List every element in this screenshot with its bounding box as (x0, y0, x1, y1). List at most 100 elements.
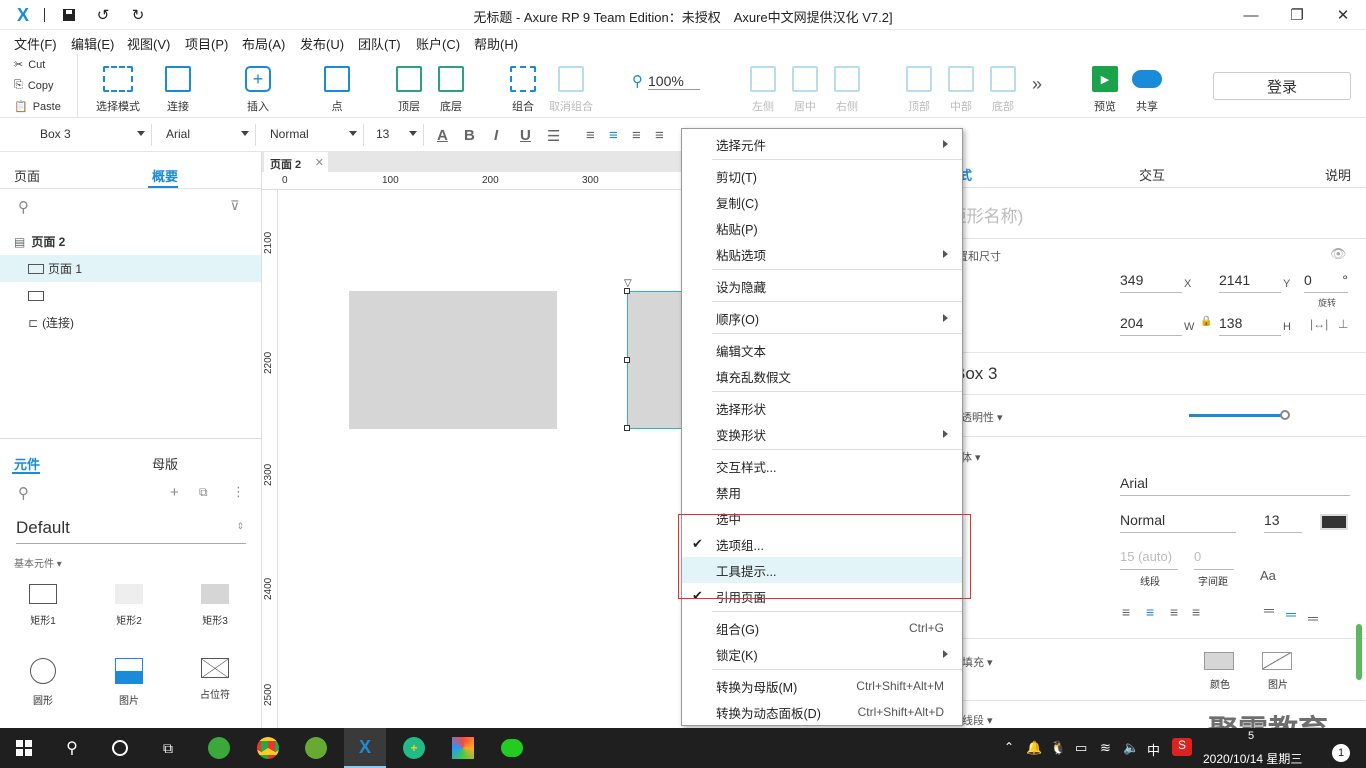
point-button[interactable]: 点 (309, 56, 365, 116)
task-view-icon[interactable]: ⧉ (152, 732, 184, 764)
menu-file[interactable]: 文件(F) (14, 34, 57, 53)
font-family-select[interactable]: Arial (160, 124, 256, 146)
valign-top-icon[interactable]: ═ (1264, 602, 1274, 618)
widget-circle[interactable]: 圆形 (15, 658, 71, 728)
app-360-icon[interactable] (203, 732, 235, 764)
more-tools-icon[interactable]: » (1032, 74, 1042, 95)
font-color-icon[interactable]: A (437, 127, 448, 144)
text-justify-icon[interactable]: ≡ (1192, 604, 1200, 620)
font-family-select[interactable]: Arial (1120, 474, 1350, 496)
context-menu-item[interactable]: 锁定(K) (682, 641, 962, 667)
w-input[interactable]: 204 (1120, 314, 1182, 336)
cut-button[interactable]: ✂ Cut (0, 54, 76, 75)
text-style-icon[interactable]: Aa (1260, 568, 1276, 583)
copy-button[interactable]: ⎘ Copy (0, 75, 76, 96)
widget-image[interactable]: 图片 (101, 658, 157, 728)
tab-masters[interactable]: 母版 (152, 454, 178, 473)
bold-icon[interactable]: B (464, 127, 475, 144)
tree-item-connector[interactable]: ⊏ (连接) (0, 309, 261, 336)
context-menu-item[interactable]: 顺序(O) (682, 305, 962, 331)
minimize-icon[interactable]: — (1228, 0, 1274, 30)
valign-middle-icon[interactable]: ═ (1286, 606, 1296, 622)
text-align-center-icon[interactable]: ≡ (1146, 604, 1154, 620)
sogou-ime-icon[interactable]: S (1172, 738, 1192, 756)
menu-view[interactable]: 视图(V) (127, 34, 170, 53)
menu-account[interactable]: 账户(C) (416, 34, 460, 53)
rotation-handle-icon[interactable]: ▽ (624, 278, 632, 289)
tab-notes[interactable]: 说明 (1325, 165, 1351, 184)
qq-icon[interactable]: 🐧 (1050, 740, 1066, 756)
chrome-icon[interactable] (252, 732, 284, 764)
context-menu-item[interactable]: 粘贴(P) (682, 215, 962, 241)
text-align-center-icon[interactable]: ≡ (609, 127, 618, 144)
page-tab[interactable]: 页面 2 ✕ (264, 152, 328, 172)
element-select[interactable]: Box 3 (16, 124, 152, 146)
close-icon[interactable]: ✕ (315, 156, 324, 169)
notification-badge[interactable]: 1 (1332, 744, 1350, 762)
opacity-slider[interactable] (1189, 414, 1285, 417)
context-menu-item[interactable]: 转换为母版(M) Ctrl+Shift+Alt+M (682, 673, 962, 699)
add-library-icon[interactable]: + (170, 484, 179, 501)
bamboo-app-icon[interactable] (300, 732, 332, 764)
fit-height-icon[interactable]: ⊥ (1338, 317, 1348, 331)
visibility-eye-icon[interactable]: 👁 (1330, 246, 1347, 262)
connect-button[interactable]: 连接 (150, 56, 206, 116)
search-icon[interactable]: ⚲ (56, 732, 88, 764)
text-align-right-icon[interactable]: ≡ (1170, 604, 1178, 620)
filter-icon[interactable]: ⊽ (230, 198, 240, 214)
wechat-icon[interactable] (496, 732, 528, 764)
share-button[interactable]: 共享 (1119, 56, 1175, 116)
h-input[interactable]: 138 (1219, 314, 1281, 336)
close-icon[interactable]: ✕ (1320, 0, 1366, 30)
canvas-box-3-selected[interactable] (627, 291, 682, 429)
maximize-icon[interactable]: ❐ (1274, 0, 1320, 30)
widget-rect3[interactable]: 矩形3 (187, 584, 243, 654)
resize-handle[interactable] (624, 357, 630, 363)
context-menu-item[interactable]: 填充乱数假文 (682, 363, 962, 389)
menu-layout[interactable]: 布局(A) (242, 34, 285, 53)
plus-app-icon[interactable]: + (398, 732, 430, 764)
chevron-up-icon[interactable]: ⌃ (1004, 740, 1014, 754)
font-color-swatch[interactable] (1320, 514, 1348, 530)
context-menu-item[interactable]: 选择形状 (682, 395, 962, 421)
context-menu-item[interactable]: 禁用 (682, 479, 962, 505)
y-input[interactable]: 2141 (1219, 271, 1281, 293)
context-menu-item[interactable]: 组合(G) Ctrl+G (682, 615, 962, 641)
align-right-button[interactable]: 右侧 (819, 56, 875, 116)
char-spacing-input[interactable]: 0 (1194, 548, 1234, 570)
bullet-list-icon[interactable]: ☰ (547, 127, 560, 145)
login-button[interactable]: 登录 (1213, 72, 1351, 100)
tab-pages[interactable]: 页面 (14, 166, 40, 185)
ime-indicator[interactable]: 中 (1147, 740, 1160, 759)
widget-placeholder[interactable]: 占位符 (187, 658, 243, 728)
text-align-left-icon[interactable]: ≡ (586, 127, 595, 144)
context-menu-item[interactable]: 粘贴选项 (682, 241, 962, 267)
context-menu-item[interactable]: 编辑文本 (682, 337, 962, 363)
opacity-slider-knob[interactable] (1280, 410, 1290, 420)
clock-date[interactable]: 2020/10/14 星期三 (1203, 750, 1302, 767)
text-align-left-icon[interactable]: ≡ (1122, 604, 1130, 620)
rotation-input[interactable]: 0 ° (1304, 271, 1348, 293)
valign-bottom-icon[interactable]: ═ (1308, 610, 1318, 626)
more-vert-icon[interactable]: ⋮ (232, 484, 245, 500)
windows-start-icon[interactable] (8, 732, 40, 764)
duplicate-icon[interactable]: ⧉ (199, 485, 208, 500)
tab-widgets[interactable]: 元件 (14, 454, 40, 473)
clock-time[interactable]: 5 (1248, 730, 1254, 742)
resize-handle[interactable] (624, 425, 630, 431)
line-height-input[interactable]: 15 (auto) (1120, 548, 1178, 570)
library-select[interactable]: Default ⇕ (16, 518, 246, 544)
font-weight-select[interactable]: Normal (264, 124, 364, 146)
network-adapter-icon[interactable]: ▭ (1075, 740, 1087, 756)
context-menu-item[interactable]: 剪切(T) (682, 163, 962, 189)
tree-page-root[interactable]: ▤ 页面 2 (0, 228, 261, 255)
canvas-box-1[interactable] (349, 291, 557, 429)
volume-icon[interactable]: 🔈 (1123, 740, 1139, 756)
widget-rect1[interactable]: 矩形1 (15, 584, 71, 654)
axure-taskbar-icon[interactable]: X (344, 728, 386, 768)
font-size-input[interactable]: 13 (1264, 511, 1302, 533)
wifi-icon[interactable]: ≋ (1100, 740, 1111, 756)
search-icon[interactable]: ⚲ (18, 484, 29, 502)
font-weight-select[interactable]: Normal (1120, 511, 1236, 533)
menu-team[interactable]: 团队(T) (358, 34, 401, 53)
